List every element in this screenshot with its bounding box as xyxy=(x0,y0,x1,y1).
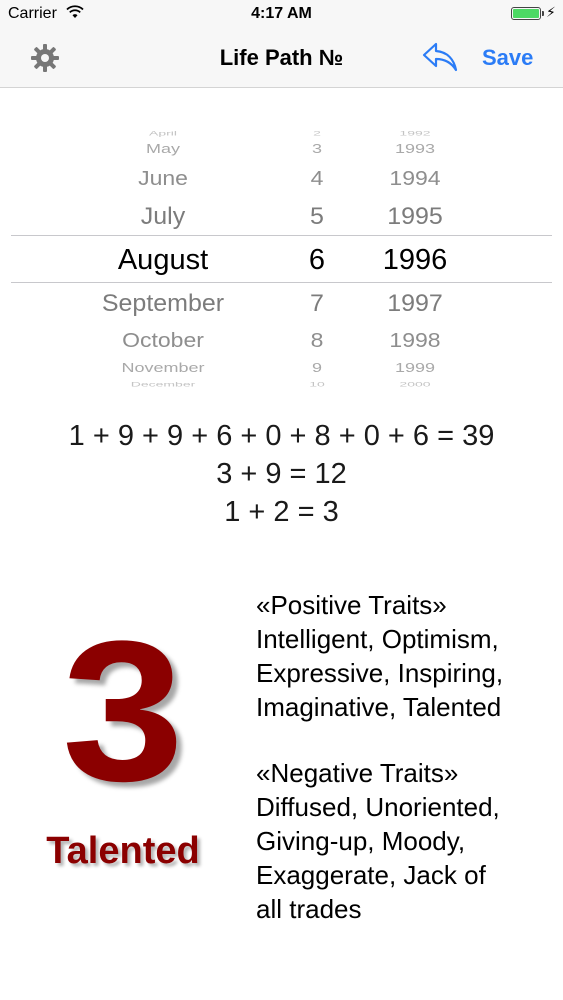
picker-day: 5 xyxy=(310,202,324,230)
negative-traits-line: all trades xyxy=(256,894,362,924)
calculation-line-1: 1 + 9 + 9 + 6 + 0 + 8 + 0 + 6 = 39 xyxy=(68,420,495,452)
page-title: Life Path № xyxy=(219,45,344,70)
picker-row[interactable]: June 4 1994 xyxy=(0,160,563,196)
picker-year: 1996 xyxy=(382,244,448,276)
negative-traits-line: Giving-up, Moody, xyxy=(256,826,466,856)
picker-year: 1995 xyxy=(387,202,443,230)
picker-year: 1997 xyxy=(387,289,443,317)
date-picker[interactable]: April 2 1992 May 3 1993 June 4 1994 July 5 1995 Augu… xyxy=(0,125,563,390)
navigation-bar: Life Path № Save xyxy=(0,30,563,88)
picker-month: May xyxy=(145,142,180,156)
picker-month: June xyxy=(138,166,188,190)
picker-month: December xyxy=(130,380,196,388)
save-button[interactable]: Save xyxy=(482,45,533,71)
positive-traits-line: Intelligent, Optimism, xyxy=(256,624,499,654)
positive-traits: «Positive Traits» Intelligent, Optimism,… xyxy=(256,588,556,724)
negative-traits: «Negative Traits» Diffused, Unoriented, … xyxy=(256,756,556,926)
picker-row[interactable]: May 3 1993 xyxy=(0,135,563,163)
positive-traits-title: «Positive Traits» xyxy=(256,590,447,620)
negative-traits-line: Exaggerate, Jack of xyxy=(256,860,486,890)
picker-day: 8 xyxy=(310,328,324,352)
battery-nub xyxy=(542,11,544,16)
picker-year: 1998 xyxy=(389,328,441,352)
life-path-number: 3 xyxy=(61,600,185,823)
life-path-name: Talented xyxy=(46,830,200,872)
picker-row[interactable]: October 8 1998 xyxy=(0,322,563,358)
picker-year: 1994 xyxy=(389,166,441,190)
picker-day: 10 xyxy=(309,380,325,388)
picker-year: 2000 xyxy=(399,380,431,388)
picker-day: 7 xyxy=(310,289,324,317)
calculation-line-2: 3 + 9 = 12 xyxy=(216,458,347,490)
picker-day: 6 xyxy=(308,244,326,276)
picker-selection-bottom-line xyxy=(11,282,552,283)
picker-row-selected[interactable]: August 6 1996 xyxy=(0,240,563,280)
status-bar: Carrier 4:17 AM ⚡ xyxy=(0,0,563,30)
battery-icon xyxy=(511,7,541,20)
picker-row[interactable]: September 7 1997 xyxy=(0,284,563,323)
picker-row[interactable]: July 5 1995 xyxy=(0,197,563,236)
calculation-line-3: 1 + 2 = 3 xyxy=(224,496,339,528)
picker-day: 4 xyxy=(310,166,324,190)
battery-fill xyxy=(513,9,539,18)
picker-year: 1993 xyxy=(394,142,436,156)
negative-traits-line: Diffused, Unoriented, xyxy=(256,792,500,822)
positive-traits-line: Expressive, Inspiring, xyxy=(256,658,504,688)
picker-month: October xyxy=(122,328,204,352)
picker-month: July xyxy=(140,202,186,230)
clock-time: 4:17 AM xyxy=(251,5,312,22)
negative-traits-title: «Negative Traits» xyxy=(256,758,459,788)
charging-bolt-icon: ⚡ xyxy=(546,4,556,20)
picker-month: August xyxy=(117,244,209,276)
picker-month: September xyxy=(101,289,225,317)
reply-arrow-icon[interactable] xyxy=(420,40,460,74)
positive-traits-line: Imaginative, Talented xyxy=(256,692,502,722)
picker-row[interactable]: December 10 2000 xyxy=(0,375,563,390)
picker-selection-top-line xyxy=(11,235,552,236)
picker-day: 3 xyxy=(311,142,322,156)
